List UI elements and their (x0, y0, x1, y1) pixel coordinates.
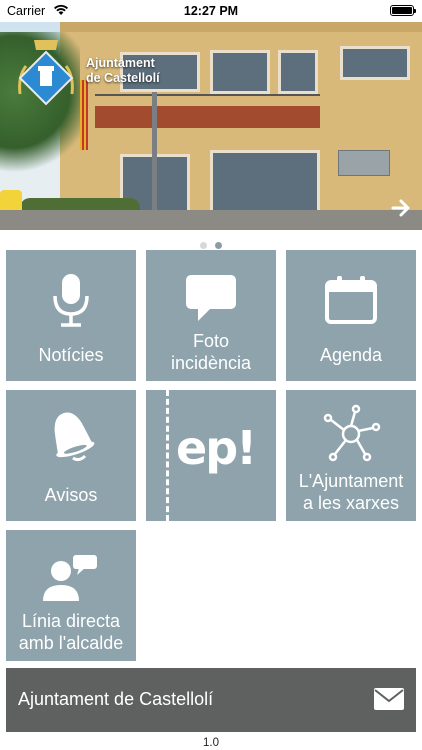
network-icon (323, 404, 381, 462)
speech-bubble-icon (186, 275, 236, 321)
tile-linia-directa[interactable]: Línia directa amb l'alcalde (6, 530, 136, 661)
page-indicator[interactable] (0, 236, 422, 249)
municipal-shield-logo (18, 40, 74, 106)
tile-agenda[interactable]: Agenda (286, 250, 416, 381)
tile-label: Avisos (44, 485, 98, 505)
calendar-icon (325, 276, 377, 324)
tile-label-line1: Línia directa (21, 611, 121, 631)
tile-label: Línia directa amb l'alcalde (10, 610, 132, 654)
mail-icon[interactable] (374, 688, 404, 710)
battery-icon (390, 5, 416, 16)
tile-label-line2: amb l'alcalde (18, 633, 124, 653)
tile-label: Agenda (319, 345, 383, 365)
tile-label-line1: Foto (192, 331, 230, 351)
clock: 12:27 PM (183, 4, 239, 18)
tile-noticies[interactable]: Notícies (6, 250, 136, 381)
status-bar: Carrier 12:27 PM (0, 0, 422, 22)
tile-avisos[interactable]: Avisos (6, 390, 136, 521)
tile-label-line2: a les xarxes (302, 493, 400, 513)
microphone-icon (53, 274, 89, 327)
tile-ep[interactable]: ep! (146, 390, 276, 521)
tile-label: Notícies (38, 345, 104, 365)
tile-foto-incidencia[interactable]: Foto incidència (146, 250, 276, 381)
tile-label: Foto incidència (150, 330, 272, 374)
hero-title: Ajuntament de Castellolí (86, 56, 160, 86)
tile-label: L'Ajuntament a les xarxes (290, 470, 412, 514)
contact-bar-label: Ajuntament de Castellolí (18, 689, 214, 709)
page-dot-active[interactable] (215, 242, 222, 249)
arrow-right-icon[interactable] (390, 197, 412, 219)
ep-logo: ep! (176, 421, 257, 475)
person-chat-icon (43, 555, 97, 601)
hero-title-line2: de Castellolí (86, 71, 160, 85)
tile-label-line1: L'Ajuntament (298, 471, 404, 491)
bell-icon (54, 412, 95, 462)
page-dot[interactable] (200, 242, 207, 249)
hero-banner[interactable]: Ajuntament de Castellolí (0, 22, 422, 230)
tile-label-line2: incidència (170, 353, 252, 373)
dashed-divider (166, 390, 169, 521)
hero-title-line1: Ajuntament (86, 56, 155, 70)
app-version: 1.0 (203, 737, 219, 749)
tile-xarxes[interactable]: L'Ajuntament a les xarxes (286, 390, 416, 521)
contact-bar[interactable]: Ajuntament de Castellolí (6, 668, 416, 732)
